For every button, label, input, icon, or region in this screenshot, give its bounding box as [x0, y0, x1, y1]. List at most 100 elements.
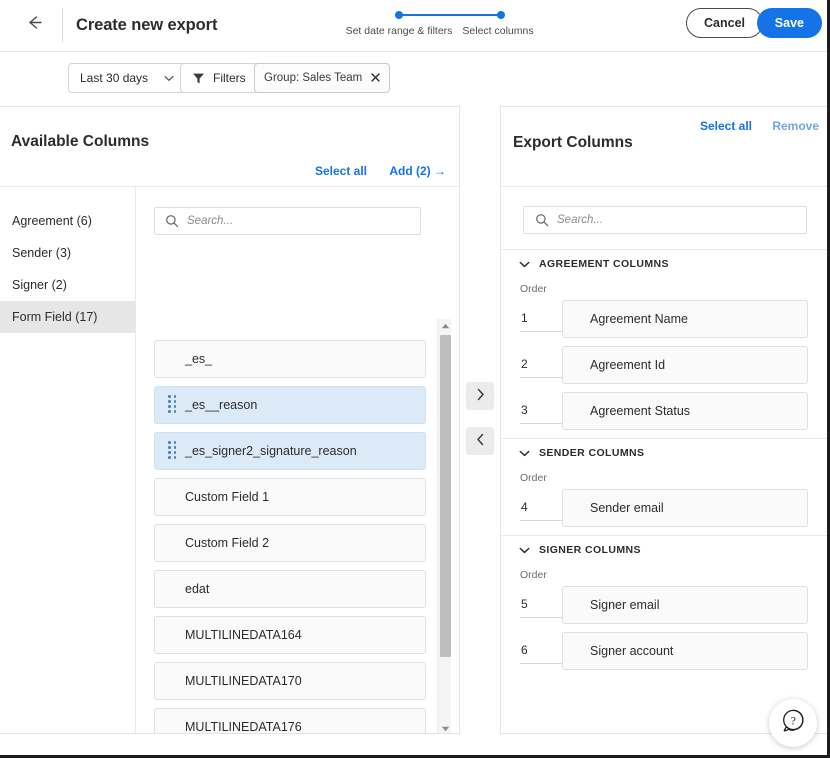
column-label: Custom Field 1 — [155, 490, 269, 504]
order-column-label: Order — [501, 564, 830, 586]
filter-chip-label: Group: Sales Team — [264, 72, 362, 84]
order-column-label: Order — [501, 467, 830, 489]
save-button[interactable]: Save — [757, 8, 822, 38]
section-heading-label: SIGNER COLUMNS — [539, 544, 641, 556]
close-icon[interactable] — [371, 71, 380, 85]
filter-chip-group[interactable]: Group: Sales Team — [254, 63, 390, 93]
list-item[interactable]: Custom Field 1 — [154, 478, 426, 516]
export-columns-title: Export Columns — [513, 134, 633, 152]
list-item[interactable]: Custom Field 2 — [154, 524, 426, 562]
category-item-agreement[interactable]: Agreement (6) — [0, 205, 135, 237]
order-input[interactable]: 6 — [520, 638, 562, 664]
export-remove-link[interactable]: Remove — [772, 119, 819, 133]
export-column-name[interactable]: Agreement Status — [562, 392, 808, 430]
export-section-signer: SIGNER COLUMNS Order 5 Signer email 6 Si… — [501, 535, 830, 670]
chevron-right-icon — [476, 388, 485, 404]
available-list-scrollbar[interactable] — [437, 319, 451, 734]
available-select-all-link[interactable]: Select all — [315, 164, 367, 178]
cancel-button[interactable]: Cancel — [686, 8, 763, 38]
caret-up-icon[interactable] — [438, 319, 452, 332]
table-row[interactable]: 6 Signer account — [501, 632, 830, 670]
svg-text:?: ? — [790, 715, 795, 727]
date-range-label: Last 30 days — [80, 71, 148, 85]
drag-handle-icon[interactable] — [168, 441, 176, 461]
export-select-all-link[interactable]: Select all — [700, 119, 752, 133]
column-label: MULTILINEDATA164 — [155, 628, 302, 642]
stepper-label-1: Set date range & filters — [340, 25, 458, 37]
list-item[interactable]: _es__reason — [154, 386, 426, 424]
export-section-agreement: AGREEMENT COLUMNS Order 1 Agreement Name… — [501, 249, 830, 430]
table-row[interactable]: 5 Signer email — [501, 586, 830, 624]
drag-handle-icon[interactable] — [168, 395, 176, 415]
export-column-name[interactable]: Signer email — [562, 586, 808, 624]
back-button[interactable] — [17, 8, 51, 42]
export-column-name[interactable]: Sender email — [562, 489, 808, 527]
search-icon — [165, 214, 179, 228]
export-search-input[interactable] — [557, 214, 806, 226]
section-heading-label: AGREEMENT COLUMNS — [539, 258, 669, 270]
filter-toolbar: Last 30 days Filters Group: Sales Team — [0, 52, 830, 106]
chevron-down-icon[interactable] — [519, 261, 530, 268]
category-item-sender[interactable]: Sender (3) — [0, 237, 135, 269]
chevron-down-icon — [164, 71, 174, 85]
create-new-export-screen: Create new export Set date range & filte… — [0, 0, 830, 758]
table-row[interactable]: 4 Sender email — [501, 489, 830, 527]
move-right-button[interactable] — [466, 382, 494, 410]
scrollbar-thumb[interactable] — [440, 335, 451, 657]
list-item[interactable]: MULTILINEDATA170 — [154, 662, 426, 700]
list-item[interactable]: _es_ — [154, 340, 426, 378]
available-search-box[interactable] — [154, 207, 421, 235]
order-input[interactable]: 4 — [520, 495, 562, 521]
filters-button[interactable]: Filters — [180, 63, 258, 93]
list-item[interactable]: _es_signer2_signature_reason — [154, 432, 426, 470]
section-header-agreement[interactable]: AGREEMENT COLUMNS — [501, 250, 830, 278]
category-item-form-field[interactable]: Form Field (17) — [0, 301, 135, 333]
order-column-label: Order — [501, 278, 830, 300]
progress-stepper: Set date range & filters Select columns — [340, 7, 570, 47]
available-list-area: _es_ _es__reason _es_signer2_signature_r… — [136, 187, 459, 734]
page-title: Create new export — [76, 8, 217, 42]
export-columns-header: Export Columns Select all Remove — [501, 107, 830, 187]
column-label: Custom Field 2 — [155, 536, 269, 550]
move-left-button[interactable] — [466, 427, 494, 455]
caret-down-icon[interactable] — [438, 722, 452, 734]
funnel-icon — [192, 72, 205, 85]
export-search-box[interactable] — [523, 206, 807, 234]
stepper-dot-1[interactable] — [395, 11, 403, 19]
table-row[interactable]: 2 Agreement Id — [501, 346, 830, 384]
list-item[interactable]: MULTILINEDATA176 — [154, 708, 426, 734]
chevron-down-icon[interactable] — [519, 547, 530, 554]
search-icon — [535, 213, 549, 227]
transfer-buttons — [466, 382, 494, 472]
section-header-sender[interactable]: SENDER COLUMNS — [501, 439, 830, 467]
stepper-track — [398, 14, 500, 16]
header-divider — [62, 8, 63, 42]
available-column-items: _es_ _es__reason _es_signer2_signature_r… — [154, 340, 428, 734]
table-row[interactable]: 3 Agreement Status — [501, 392, 830, 430]
help-button[interactable]: ? — [769, 699, 817, 747]
chevron-left-icon — [476, 433, 485, 449]
arrow-left-icon — [25, 13, 44, 37]
list-item[interactable]: MULTILINEDATA164 — [154, 616, 426, 654]
list-item[interactable]: edat — [154, 570, 426, 608]
column-label: MULTILINEDATA176 — [155, 720, 302, 734]
stepper-dot-2[interactable] — [497, 11, 505, 19]
export-column-name[interactable]: Signer account — [562, 632, 808, 670]
available-columns-panel: Available Columns Select all Add (2) → A… — [0, 106, 460, 734]
stepper-label-2: Select columns — [450, 25, 546, 37]
export-column-name[interactable]: Agreement Id — [562, 346, 808, 384]
table-row[interactable]: 1 Agreement Name — [501, 300, 830, 338]
available-add-link[interactable]: Add (2) → — [389, 164, 446, 178]
section-heading-label: SENDER COLUMNS — [539, 447, 644, 459]
chevron-down-icon[interactable] — [519, 450, 530, 457]
section-header-signer[interactable]: SIGNER COLUMNS — [501, 536, 830, 564]
export-column-name[interactable]: Agreement Name — [562, 300, 808, 338]
order-input[interactable]: 2 — [520, 352, 562, 378]
date-range-dropdown[interactable]: Last 30 days — [68, 63, 186, 93]
available-search-input[interactable] — [187, 215, 420, 227]
category-item-signer[interactable]: Signer (2) — [0, 269, 135, 301]
export-columns-panel: Export Columns Select all Remove — [500, 106, 830, 734]
order-input[interactable]: 1 — [520, 306, 562, 332]
order-input[interactable]: 3 — [520, 398, 562, 424]
order-input[interactable]: 5 — [520, 592, 562, 618]
